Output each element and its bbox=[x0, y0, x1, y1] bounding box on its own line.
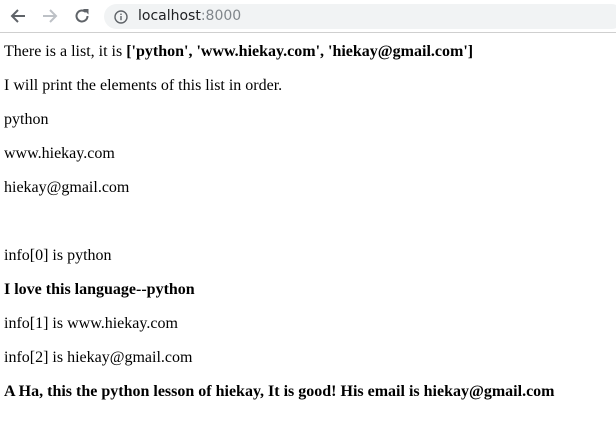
url-host: localhost bbox=[138, 8, 201, 24]
index-line-0: info[0] is python bbox=[4, 247, 112, 264]
url-port: :8000 bbox=[200, 8, 242, 24]
intro-line: There is a list, it is ['python', 'www.h… bbox=[4, 40, 612, 74]
index-line-1: info[1] is www.hiekay.com bbox=[4, 315, 178, 332]
index-line-2: info[2] is hiekay@gmail.com bbox=[4, 349, 193, 366]
print-notice: I will print the elements of this list i… bbox=[4, 77, 283, 94]
love-line: I love this language--python bbox=[4, 281, 195, 298]
closing-line: A Ha, this the python lesson of hiekay, … bbox=[4, 383, 555, 400]
reload-icon bbox=[75, 9, 89, 23]
list-item: hiekay@gmail.com bbox=[4, 179, 130, 196]
address-bar[interactable]: localhost:8000 bbox=[104, 4, 616, 29]
forward-button[interactable] bbox=[40, 6, 60, 26]
intro-list: ['python', 'www.hiekay.com', 'hiekay@gma… bbox=[126, 43, 474, 60]
list-item: python bbox=[4, 111, 49, 128]
browser-toolbar: localhost:8000 bbox=[0, 0, 616, 33]
page-content: There is a list, it is ['python', 'www.h… bbox=[4, 40, 612, 414]
back-button[interactable] bbox=[8, 6, 28, 26]
intro-prefix: There is a list, it is bbox=[4, 43, 127, 60]
reload-button[interactable] bbox=[72, 6, 92, 26]
list-item: www.hiekay.com bbox=[4, 145, 115, 162]
info-icon[interactable] bbox=[114, 9, 128, 24]
url-text: localhost:8000 bbox=[138, 4, 241, 29]
back-arrow-icon bbox=[10, 9, 25, 23]
forward-arrow-icon bbox=[43, 9, 58, 23]
